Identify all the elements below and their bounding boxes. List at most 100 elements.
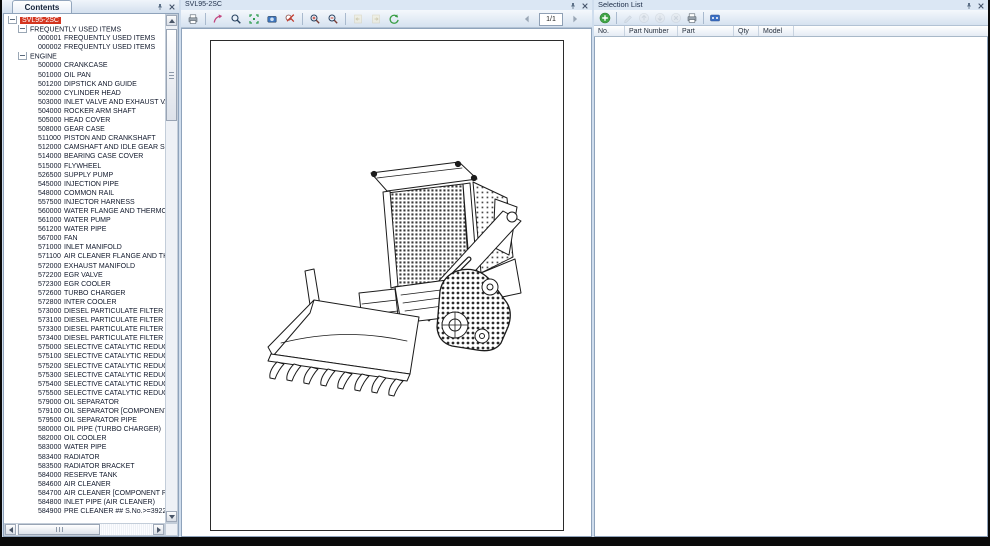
tree-node[interactable]: ENGINE (4, 52, 165, 61)
previous-page-icon[interactable] (519, 11, 536, 28)
tree-node[interactable]: 582000OIL COOLER (4, 434, 165, 443)
tree-node[interactable]: 579100OIL SEPARATOR [COMPONENT P (4, 407, 165, 416)
tree-node[interactable]: 512000CAMSHAFT AND IDLE GEAR SHAF (4, 143, 165, 152)
vscroll-thumb[interactable] (166, 29, 177, 121)
add-icon[interactable] (598, 10, 613, 25)
column-header-no[interactable]: No. (594, 26, 625, 36)
column-header-part[interactable]: Part (678, 26, 734, 36)
close-icon[interactable] (976, 1, 985, 10)
tree-node[interactable]: 584800INLET PIPE (AIR CLEANER) (4, 498, 165, 507)
refresh-icon[interactable] (386, 10, 403, 27)
fit-page-icon[interactable] (246, 10, 263, 27)
scroll-left-icon[interactable] (5, 524, 16, 535)
tree-node[interactable]: 567000FAN (4, 234, 165, 243)
tree-node[interactable]: 572000EXHAUST MANIFOLD (4, 262, 165, 271)
tree-node[interactable]: 508000GEAR CASE (4, 125, 165, 134)
page-indicator[interactable]: 1/1 (539, 13, 563, 26)
tree-node[interactable]: 575400SELECTIVE CATALYTIC REDUCTI (4, 380, 165, 389)
export-icon[interactable] (708, 10, 723, 25)
tree-node[interactable]: 501000OIL PAN (4, 71, 165, 80)
tree-node-label: FLYWHEEL (64, 163, 101, 170)
tree-node[interactable]: 584600AIR CLEANER (4, 480, 165, 489)
zoom-window-icon[interactable] (228, 10, 245, 27)
pin-icon[interactable] (155, 2, 164, 11)
pin-icon[interactable] (568, 1, 577, 10)
tree-node-label: SELECTIVE CATALYTIC REDUCTI (64, 390, 165, 397)
zoom-out-icon[interactable] (325, 10, 342, 27)
tree-node-label: WATER FLANGE AND THERMOSTA (64, 208, 165, 215)
tree-node[interactable]: 575100SELECTIVE CATALYTIC REDUCTI (4, 352, 165, 361)
tree-node[interactable]: 561000WATER PUMP (4, 216, 165, 225)
tree-node[interactable]: 579000OIL SEPARATOR (4, 398, 165, 407)
close-icon[interactable] (167, 2, 176, 11)
move-down-icon (653, 10, 668, 25)
tree-node[interactable]: 501200DIPSTICK AND GUIDE (4, 80, 165, 89)
tree-node[interactable]: 579500OIL SEPARATOR PIPE (4, 416, 165, 425)
print-icon[interactable] (685, 10, 700, 25)
hscroll-thumb[interactable] (18, 524, 100, 535)
tree-node[interactable]: 561200WATER PIPE (4, 225, 165, 234)
tree-node-code: 580000 (38, 425, 64, 434)
tree-node[interactable]: 575300SELECTIVE CATALYTIC REDUCTI (4, 371, 165, 380)
tree-node[interactable]: 573400DIESEL PARTICULATE FILTER DI (4, 334, 165, 343)
tree-node[interactable]: 545000INJECTION PIPE (4, 180, 165, 189)
tree-node[interactable]: 572300EGR COOLER (4, 280, 165, 289)
tree-node[interactable]: 572800INTER COOLER (4, 298, 165, 307)
print-icon[interactable] (185, 10, 202, 27)
tab-contents[interactable]: Contents (12, 0, 72, 14)
close-icon[interactable] (580, 1, 589, 10)
next-page-icon[interactable] (567, 11, 584, 28)
tree-node[interactable]: 502000CYLINDER HEAD (4, 89, 165, 98)
selection-list[interactable] (594, 37, 988, 537)
tree-node[interactable]: 000001FREQUENTLY USED ITEMS (4, 34, 165, 43)
cancel-zoom-icon[interactable] (282, 10, 299, 27)
tree-node[interactable]: 526500SUPPLY PUMP (4, 171, 165, 180)
column-header-qty[interactable]: Qty (734, 26, 759, 36)
tree-node[interactable]: SVL95-2SC (4, 16, 165, 25)
tree-node[interactable]: 571100AIR CLEANER FLANGE AND THRO (4, 252, 165, 261)
tree-node[interactable]: 514000BEARING CASE COVER (4, 152, 165, 161)
tree-node[interactable]: 575000SELECTIVE CATALYTIC REDUCTI (4, 343, 165, 352)
tree-node[interactable]: 511000PISTON AND CRANKSHAFT (4, 134, 165, 143)
tree-node[interactable]: 583500RADIATOR BRACKET (4, 462, 165, 471)
tree-node[interactable]: 548000COMMON RAIL (4, 189, 165, 198)
tree-node[interactable]: 573300DIESEL PARTICULATE FILTER MU (4, 325, 165, 334)
zoom-dynamic-icon[interactable] (264, 10, 281, 27)
pin-icon[interactable] (964, 1, 973, 10)
tree-node[interactable]: 504000ROCKER ARM SHAFT (4, 107, 165, 116)
tree-node[interactable]: 572600TURBO CHARGER (4, 289, 165, 298)
tree-node[interactable]: 000002FREQUENTLY USED ITEMS (4, 43, 165, 52)
tree-node[interactable]: 584000RESERVE TANK (4, 471, 165, 480)
tree-node[interactable]: 584900PRE CLEANER ## S.No.>=3922 (4, 507, 165, 516)
tree-node[interactable]: 560000WATER FLANGE AND THERMOSTA (4, 207, 165, 216)
scroll-right-icon[interactable] (153, 524, 164, 535)
tree-node[interactable]: 515000FLYWHEEL (4, 162, 165, 171)
tree-node[interactable]: 575200SELECTIVE CATALYTIC REDUCTI (4, 362, 165, 371)
drawing-viewport[interactable] (181, 28, 592, 537)
tree-node[interactable]: 500000CRANKCASE (4, 61, 165, 70)
tree-node[interactable]: 572200EGR VALVE (4, 271, 165, 280)
contents-hscrollbar[interactable] (4, 523, 165, 536)
tree-node[interactable]: 580000OIL PIPE (TURBO CHARGER) (4, 425, 165, 434)
scroll-up-icon[interactable] (166, 15, 177, 26)
tree-node[interactable]: 573100DIESEL PARTICULATE FILTER MU (4, 316, 165, 325)
tree-node[interactable]: 503000INLET VALVE AND EXHAUST VALV (4, 98, 165, 107)
column-header-model[interactable]: Model (759, 26, 794, 36)
contents-vscrollbar[interactable] (165, 14, 178, 523)
collapse-icon[interactable] (8, 16, 17, 24)
collapse-icon[interactable] (18, 52, 27, 60)
tree-node[interactable]: 583400RADIATOR (4, 453, 165, 462)
collapse-icon[interactable] (18, 25, 27, 33)
tree-node[interactable]: 575500SELECTIVE CATALYTIC REDUCTI (4, 389, 165, 398)
tree-node[interactable]: 505000HEAD COVER (4, 116, 165, 125)
scroll-down-icon[interactable] (166, 511, 177, 522)
tree-node[interactable]: 571000INLET MANIFOLD (4, 243, 165, 252)
tree-node[interactable]: 557500INJECTOR HARNESS (4, 198, 165, 207)
pan-icon[interactable] (210, 10, 227, 27)
tree-node[interactable]: 573000DIESEL PARTICULATE FILTER MU (4, 307, 165, 316)
tree-node[interactable]: FREQUENTLY USED ITEMS (4, 25, 165, 34)
tree-node[interactable]: 583000WATER PIPE (4, 443, 165, 452)
zoom-in-icon[interactable] (307, 10, 324, 27)
tree-node[interactable]: 584700AIR CLEANER [COMPONENT PAR (4, 489, 165, 498)
column-header-part-number[interactable]: Part Number (625, 26, 678, 36)
